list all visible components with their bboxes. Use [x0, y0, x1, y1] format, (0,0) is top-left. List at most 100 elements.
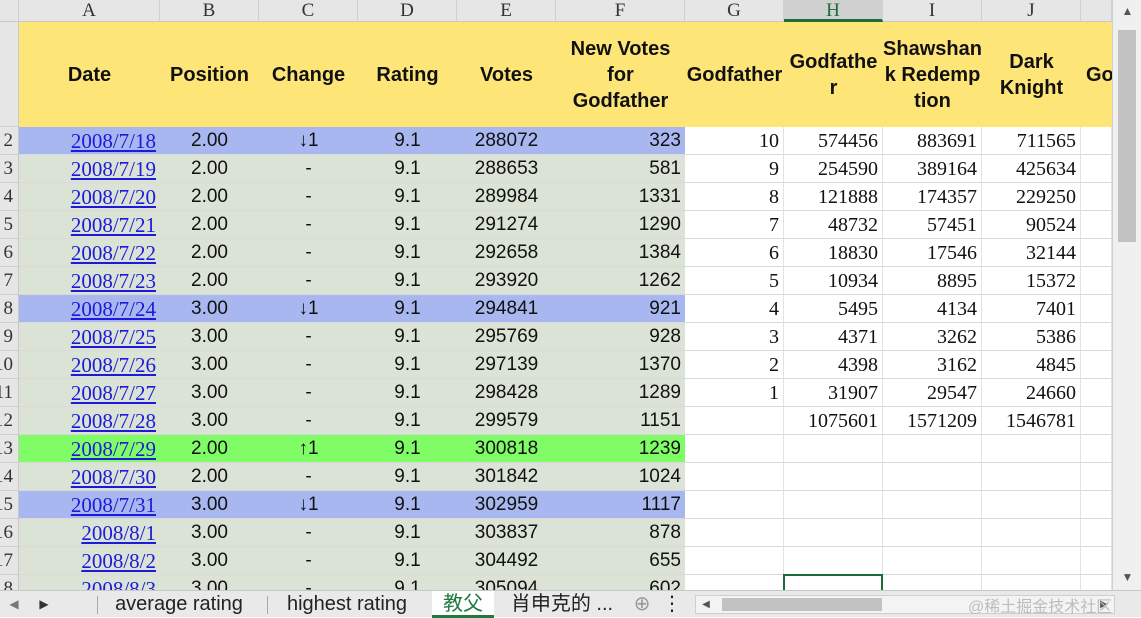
date-cell[interactable]: 2008/8/2 [19, 547, 160, 575]
score-cell[interactable]: 9 [685, 155, 784, 183]
position-cell[interactable]: 2.00 [160, 127, 259, 155]
empty-cell[interactable] [1081, 211, 1112, 239]
row-header[interactable]: 4 [0, 183, 18, 211]
dark-knight-count-cell[interactable] [982, 491, 1081, 519]
empty-cell[interactable] [1081, 295, 1112, 323]
shawshank-count-cell[interactable]: 4134 [883, 295, 982, 323]
rating-cell[interactable]: 9.1 [358, 435, 457, 463]
votes-cell[interactable]: 288653 [457, 155, 556, 183]
header-date[interactable]: Date [19, 22, 160, 127]
dark-knight-count-cell[interactable] [982, 519, 1081, 547]
column-header-e[interactable]: E [457, 0, 556, 22]
scroll-up-icon[interactable]: ▲ [1113, 0, 1141, 22]
godfather-count-cell[interactable]: 5495 [784, 295, 883, 323]
score-cell[interactable] [685, 435, 784, 463]
row-header[interactable]: 5 [0, 211, 18, 239]
shawshank-count-cell[interactable]: 17546 [883, 239, 982, 267]
empty-cell[interactable] [1081, 435, 1112, 463]
row-header[interactable]: 6 [0, 239, 18, 267]
scroll-left-icon[interactable]: ◀ [698, 596, 714, 613]
date-cell[interactable]: 2008/7/20 [19, 183, 160, 211]
column-header-k[interactable] [1081, 0, 1112, 22]
dark-knight-count-cell[interactable]: 1546781 [982, 407, 1081, 435]
votes-cell[interactable]: 292658 [457, 239, 556, 267]
column-header-c[interactable]: C [259, 0, 358, 22]
column-header-a[interactable]: A [19, 0, 160, 22]
new-votes-cell[interactable]: 655 [556, 547, 685, 575]
godfather-count-cell[interactable]: 18830 [784, 239, 883, 267]
new-votes-cell[interactable]: 323 [556, 127, 685, 155]
position-cell[interactable]: 2.00 [160, 463, 259, 491]
score-cell[interactable] [685, 407, 784, 435]
new-votes-cell[interactable]: 878 [556, 519, 685, 547]
header-next-column[interactable]: Go [1081, 22, 1112, 127]
date-cell[interactable]: 2008/7/26 [19, 351, 160, 379]
position-cell[interactable]: 3.00 [160, 295, 259, 323]
row-header[interactable]: 8 [0, 295, 18, 323]
rating-cell[interactable]: 9.1 [358, 295, 457, 323]
shawshank-count-cell[interactable] [883, 463, 982, 491]
score-cell[interactable]: 7 [685, 211, 784, 239]
rating-cell[interactable]: 9.1 [358, 155, 457, 183]
row-header[interactable]: 15 [0, 491, 18, 519]
change-cell[interactable]: - [259, 351, 358, 379]
header-rating[interactable]: Rating [358, 22, 457, 127]
votes-cell[interactable]: 288072 [457, 127, 556, 155]
new-votes-cell[interactable]: 1370 [556, 351, 685, 379]
new-votes-cell[interactable]: 1024 [556, 463, 685, 491]
new-votes-cell[interactable]: 1239 [556, 435, 685, 463]
position-cell[interactable]: 3.00 [160, 491, 259, 519]
empty-cell[interactable] [1081, 547, 1112, 575]
change-cell[interactable]: - [259, 323, 358, 351]
header-position[interactable]: Position [160, 22, 259, 127]
column-header-b[interactable]: B [160, 0, 259, 22]
empty-cell[interactable] [1081, 351, 1112, 379]
date-cell[interactable]: 2008/7/22 [19, 239, 160, 267]
date-cell[interactable]: 2008/7/21 [19, 211, 160, 239]
row-header[interactable]: 3 [0, 155, 18, 183]
new-votes-cell[interactable]: 1384 [556, 239, 685, 267]
dark-knight-count-cell[interactable]: 711565 [982, 127, 1081, 155]
prev-sheet-icon[interactable]: ◀ [4, 591, 24, 618]
position-cell[interactable]: 3.00 [160, 351, 259, 379]
shawshank-count-cell[interactable] [883, 547, 982, 575]
score-cell[interactable]: 5 [685, 267, 784, 295]
votes-cell[interactable]: 298428 [457, 379, 556, 407]
shawshank-count-cell[interactable]: 1571209 [883, 407, 982, 435]
score-cell[interactable] [685, 491, 784, 519]
date-cell[interactable]: 2008/7/27 [19, 379, 160, 407]
empty-cell[interactable] [1081, 155, 1112, 183]
date-cell[interactable]: 2008/7/19 [19, 155, 160, 183]
new-votes-cell[interactable]: 1151 [556, 407, 685, 435]
date-cell[interactable]: 2008/7/24 [19, 295, 160, 323]
column-header-d[interactable]: D [358, 0, 457, 22]
score-cell[interactable]: 10 [685, 127, 784, 155]
tab-godfather[interactable]: 教父 [432, 591, 494, 618]
tab-highest-rating[interactable]: highest rating [270, 591, 424, 618]
empty-cell[interactable] [1081, 519, 1112, 547]
dark-knight-count-cell[interactable]: 32144 [982, 239, 1081, 267]
change-cell[interactable]: ↓1 [259, 295, 358, 323]
change-cell[interactable]: - [259, 267, 358, 295]
score-cell[interactable] [685, 463, 784, 491]
rating-cell[interactable]: 9.1 [358, 463, 457, 491]
position-cell[interactable]: 3.00 [160, 547, 259, 575]
rating-cell[interactable]: 9.1 [358, 491, 457, 519]
change-cell[interactable]: - [259, 463, 358, 491]
dark-knight-count-cell[interactable]: 90524 [982, 211, 1081, 239]
header-change[interactable]: Change [259, 22, 358, 127]
empty-cell[interactable] [1081, 379, 1112, 407]
empty-cell[interactable] [1081, 463, 1112, 491]
godfather-count-cell[interactable]: 574456 [784, 127, 883, 155]
score-cell[interactable]: 8 [685, 183, 784, 211]
godfather-count-cell[interactable]: 254590 [784, 155, 883, 183]
column-header-g[interactable]: G [685, 0, 784, 22]
change-cell[interactable]: - [259, 211, 358, 239]
header-new-votes[interactable]: New Votes for Godfather [556, 22, 685, 127]
new-votes-cell[interactable]: 928 [556, 323, 685, 351]
row-header[interactable]: 7 [0, 267, 18, 295]
tab-average-rating[interactable]: average rating [98, 591, 260, 618]
score-cell[interactable] [685, 547, 784, 575]
change-cell[interactable]: ↑1 [259, 435, 358, 463]
dark-knight-count-cell[interactable] [982, 463, 1081, 491]
